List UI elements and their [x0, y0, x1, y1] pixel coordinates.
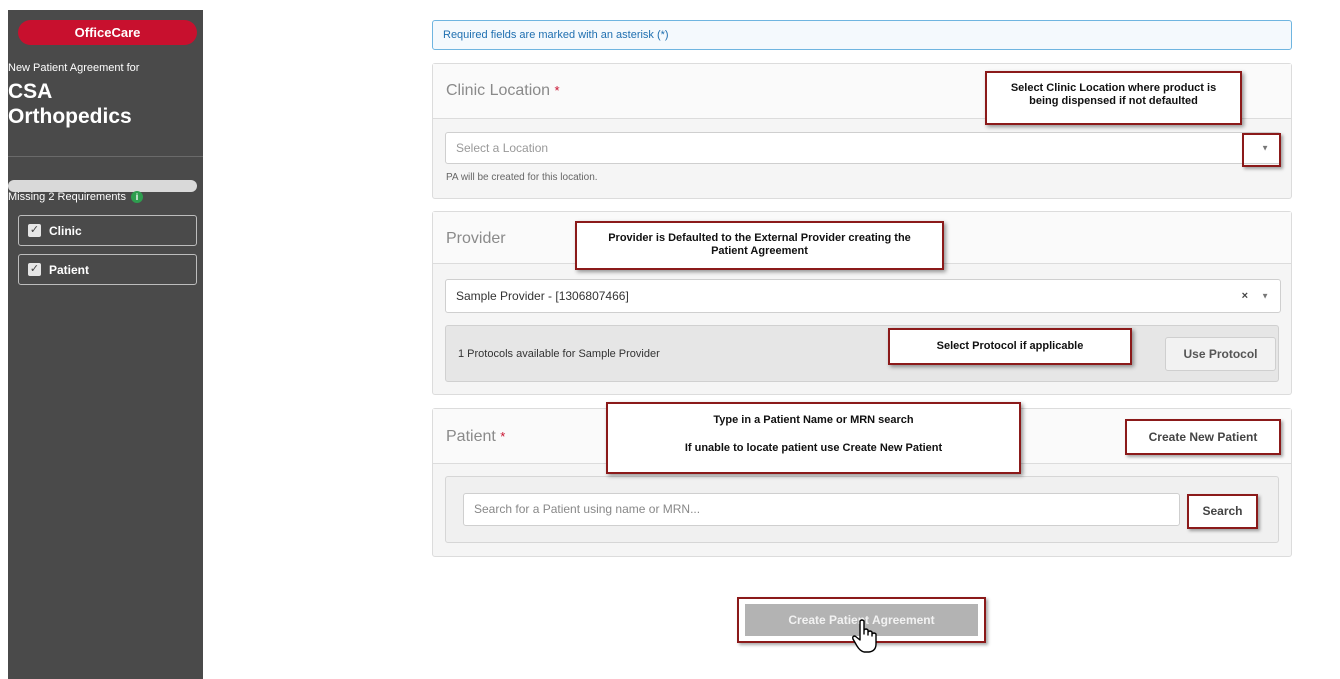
- patient-label: Patient *: [446, 428, 505, 446]
- required-star: *: [500, 429, 506, 444]
- patient-label-text: Patient: [446, 428, 496, 445]
- create-new-patient-button[interactable]: Create New Patient: [1127, 421, 1279, 453]
- info-icon[interactable]: i: [131, 191, 143, 203]
- annotation-line: Type in a Patient Name or MRN search: [713, 414, 914, 426]
- missing-requirements-text: Missing 2 Requirements: [8, 191, 126, 203]
- provider-selected-value: Sample Provider - [1306807466]: [456, 289, 629, 303]
- clinic-name: CSA Orthopedics: [8, 79, 198, 129]
- annotation-line: Provider is Defaulted to the External Pr…: [608, 232, 911, 244]
- patient-annotation: Type in a Patient Name or MRN search If …: [606, 402, 1021, 474]
- requirement-label: Clinic: [49, 223, 82, 238]
- sidebar: OfficeCare New Patient Agreement for CSA…: [8, 10, 203, 679]
- clinic-location-help: PA will be created for this location.: [446, 172, 598, 183]
- clinic-location-placeholder: Select a Location: [456, 141, 549, 155]
- checkbox-checked-icon: ✓: [28, 263, 41, 276]
- clinic-name-line2: Orthopedics: [8, 105, 132, 128]
- requirement-patient[interactable]: ✓ Patient: [18, 254, 197, 285]
- sidebar-divider: [8, 156, 203, 157]
- annotation-line: Select Clinic Location where product is: [1010, 82, 1217, 94]
- search-button-highlight: Search: [1187, 494, 1258, 529]
- clinic-location-label-text: Clinic Location: [446, 82, 551, 99]
- search-button[interactable]: Search: [1189, 496, 1256, 527]
- annotation-line: Patient Agreement: [711, 245, 808, 257]
- provider-label: Provider: [446, 230, 506, 247]
- protocols-available-text: 1 Protocols available for Sample Provide…: [458, 348, 660, 360]
- protocols-box: 1 Protocols available for Sample Provide…: [445, 325, 1279, 382]
- clinic-location-select[interactable]: Select a Location ▼: [445, 132, 1281, 164]
- patient-search-input[interactable]: Search for a Patient using name or MRN..…: [463, 493, 1180, 526]
- brand-button[interactable]: OfficeCare: [18, 20, 197, 45]
- agreement-subtitle: New Patient Agreement for: [8, 62, 140, 74]
- hand-pointer-icon: [852, 619, 877, 653]
- clinic-location-annotation: Select Clinic Location where product is …: [985, 71, 1242, 125]
- dropdown-highlight: [1242, 133, 1281, 167]
- clear-icon[interactable]: ×: [1242, 290, 1248, 302]
- create-new-patient-highlight: Create New Patient: [1125, 419, 1281, 455]
- required-star: *: [554, 83, 560, 98]
- use-protocol-button[interactable]: Use Protocol: [1165, 337, 1276, 371]
- checkbox-checked-icon: ✓: [28, 224, 41, 237]
- requirement-clinic[interactable]: ✓ Clinic: [18, 215, 197, 246]
- patient-search-area: Search for a Patient using name or MRN..…: [445, 476, 1279, 543]
- protocol-annotation: Select Protocol if applicable: [888, 328, 1132, 365]
- annotation-line: being dispensed if not defaulted: [1029, 95, 1198, 107]
- requirement-label: Patient: [49, 262, 90, 277]
- provider-annotation: Provider is Defaulted to the External Pr…: [575, 221, 944, 270]
- provider-select[interactable]: Sample Provider - [1306807466] × ▼: [445, 279, 1281, 313]
- missing-requirements: Missing 2 Requirements i: [8, 191, 143, 203]
- clinic-name-line1: CSA: [8, 80, 53, 103]
- required-fields-banner: Required fields are marked with an aster…: [432, 20, 1292, 50]
- annotation-line: If unable to locate patient use Create N…: [684, 442, 943, 454]
- clinic-location-label: Clinic Location *: [446, 82, 560, 100]
- chevron-down-icon[interactable]: ▼: [1261, 292, 1269, 301]
